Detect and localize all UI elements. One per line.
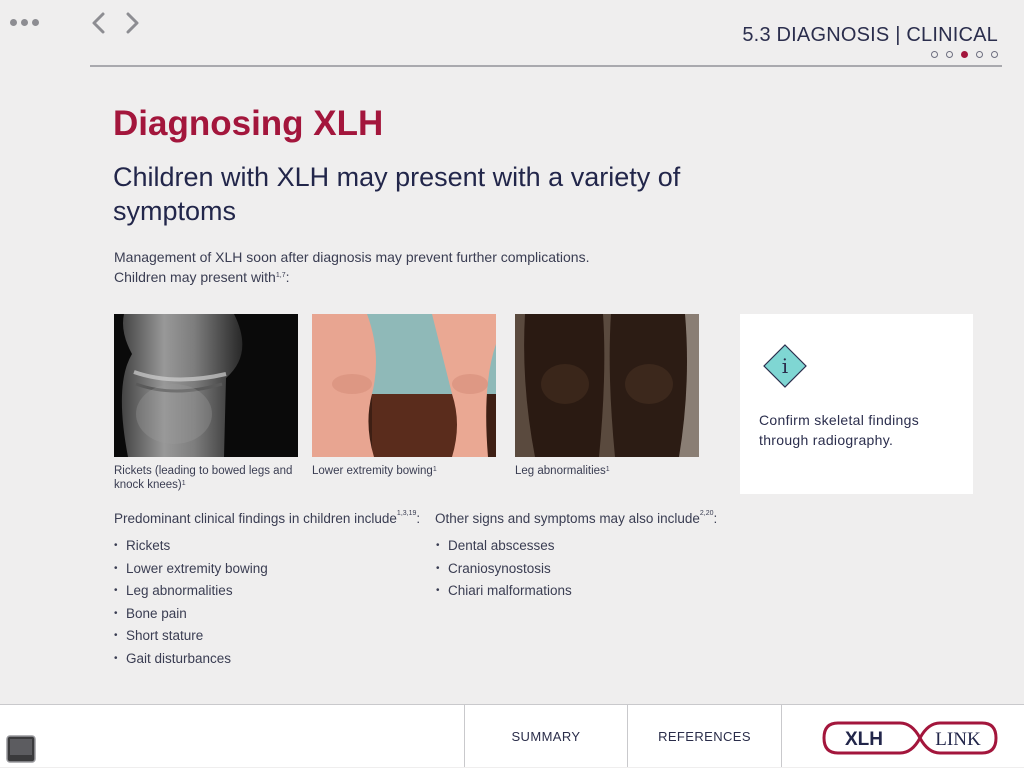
page-title: Diagnosing XLH: [113, 104, 384, 143]
page-dot[interactable]: [976, 51, 983, 58]
more-dots-icon[interactable]: [10, 14, 44, 30]
intro-text: Management of XLH soon after diagnosis m…: [114, 247, 589, 287]
leg-abnormalities-photo: [515, 314, 699, 457]
other-symptoms-title: Other signs and symptoms may also includ…: [435, 510, 718, 526]
info-card-text: Confirm skeletal findings through radiog…: [759, 412, 920, 448]
predominant-findings-title: Predominant clinical findings in childre…: [114, 510, 421, 526]
leg-bowing-photo: [312, 314, 496, 457]
page-subtitle: Children with XLH may present with a var…: [113, 162, 681, 226]
info-diamond-icon: i: [763, 344, 807, 388]
list-item: Lower extremity bowing: [114, 558, 268, 581]
list-item: Gait disturbances: [114, 648, 268, 671]
xlh-link-logo[interactable]: XLH LINK: [820, 720, 1000, 756]
list-item: Rickets: [114, 535, 268, 558]
header-divider: [90, 65, 1002, 67]
list-item: Dental abscesses: [436, 535, 572, 558]
footer-bar: SUMMARY REFERENCES XLH LINK: [0, 704, 1024, 767]
intro-line-2: Children may present with1,7:: [114, 269, 290, 285]
page-indicator: [931, 51, 998, 58]
other-symptoms-list: Dental abscesses Craniosynostosis Chiari…: [436, 535, 572, 603]
page-dot[interactable]: [961, 51, 968, 58]
section-title: 5.3 DIAGNOSIS | CLINICAL: [742, 24, 998, 46]
list-item: Bone pain: [114, 603, 268, 626]
page-dot[interactable]: [946, 51, 953, 58]
logo-link-text: LINK: [935, 729, 981, 750]
logo-xlh-text: XLH: [845, 729, 883, 750]
list-item: Craniosynostosis: [436, 558, 572, 581]
info-card: i Confirm skeletal findings through radi…: [740, 314, 973, 494]
list-item: Leg abnormalities: [114, 580, 268, 603]
predominant-findings-list: Rickets Lower extremity bowing Leg abnor…: [114, 535, 268, 670]
svg-text:i: i: [782, 354, 788, 378]
image-caption-rickets: Rickets (leading to bowed legs and knock…: [114, 465, 293, 491]
list-item: Chiari malformations: [436, 580, 572, 603]
summary-button[interactable]: SUMMARY: [465, 705, 627, 767]
chevron-right-icon[interactable]: [120, 10, 144, 36]
slide-thumbnail-icon[interactable]: [6, 735, 36, 763]
rickets-xray-image: [114, 314, 298, 457]
intro-reference: 1,7: [275, 272, 286, 279]
footer-divider: [781, 705, 782, 767]
chevron-left-icon[interactable]: [87, 10, 111, 36]
intro-line-1: Management of XLH soon after diagnosis m…: [114, 249, 590, 265]
page-dot[interactable]: [991, 51, 998, 58]
page-dot[interactable]: [931, 51, 938, 58]
references-button[interactable]: REFERENCES: [628, 705, 781, 767]
list-item: Short stature: [114, 625, 268, 648]
image-caption-bowing: Lower extremity bowing1: [312, 465, 437, 477]
image-caption-leg-abnormalities: Leg abnormalities1: [515, 465, 610, 477]
